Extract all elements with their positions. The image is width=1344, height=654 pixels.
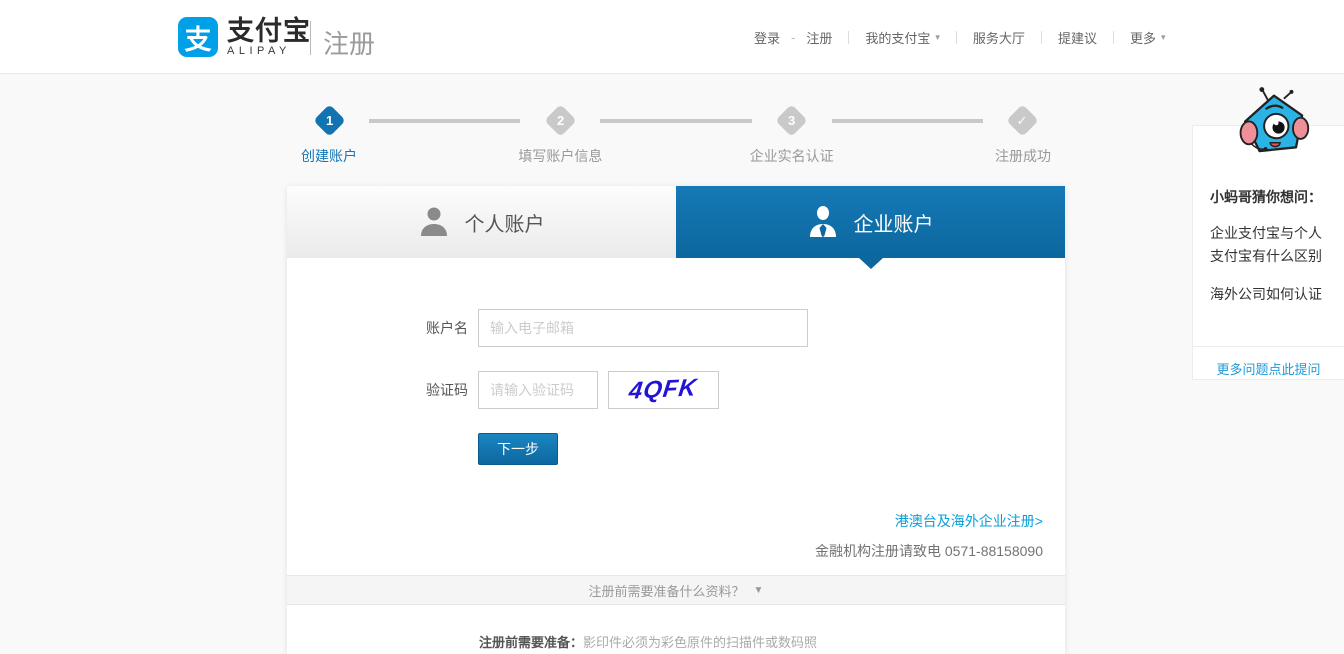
captcha-label: 验证码 <box>426 382 468 398</box>
captcha-image[interactable]: 4QFK <box>608 371 719 409</box>
step-4-label: 注册成功 <box>994 148 1051 164</box>
tab-enterprise-label: 企业账户 <box>853 213 934 236</box>
step-2-diamond: 2 <box>544 104 577 137</box>
prep-question-bar[interactable]: 注册前需要准备什么资料？ ▼ <box>287 575 1065 605</box>
page-title: 注册 <box>323 29 376 59</box>
sidebar-title: 小蚂哥猜你想问： <box>1210 189 1322 205</box>
prep-note-title: 注册前需要准备： <box>479 635 584 650</box>
nav-my-alipay[interactable]: 我的支付宝 ▾ <box>856 28 949 47</box>
prep-bar-label: 注册前需要准备什么资料？ <box>588 583 745 599</box>
step-connector <box>600 119 752 123</box>
nav-suggest[interactable]: 提建议 <box>1049 28 1106 47</box>
register-form: 账户名 验证码 4QFK 下一步 港澳台及海外企业注册> 金融机构注册请致电 0… <box>287 258 1065 651</box>
nav-service-hall[interactable]: 服务大厅 <box>964 28 1034 47</box>
progress-steps: 1 创建账户 2 填写账户信息 3 企业实名认证 ✓ 注册成功 <box>287 104 1065 166</box>
sidebar-more-link[interactable]: 更多问题点此提问 <box>1193 346 1344 378</box>
step-3-diamond: 3 <box>775 104 808 137</box>
account-name-input[interactable] <box>478 309 808 347</box>
overseas-register-link[interactable]: 港澳台及海外企业注册> <box>895 511 1043 531</box>
captcha-field: 验证码 4QFK <box>412 371 1065 409</box>
business-person-icon <box>809 206 836 238</box>
caret-down-icon: ▼ <box>753 584 764 596</box>
alipay-brand[interactable]: 支付宝 ALIPAY <box>227 17 311 58</box>
finance-phone-note: 金融机构注册请致电 0571-88158090 <box>815 543 1043 559</box>
prep-note: 注册前需要准备：影印件必须为彩色原件的扫描件或数码照 <box>479 632 1065 651</box>
captcha-input[interactable] <box>478 371 598 409</box>
extra-links: 港澳台及海外企业注册> 金融机构注册请致电 0571-88158090 <box>287 511 1065 561</box>
nav-separator <box>1112 30 1114 44</box>
step-4-diamond check-icon: ✓ <box>1006 104 1040 137</box>
account-type-tabs: 个人账户 企业账户 <box>287 186 1065 269</box>
captcha-code: 4QFK <box>627 374 700 405</box>
tab-enterprise-account[interactable]: 企业账户 <box>676 186 1065 258</box>
nav-dash-separator: - <box>791 29 796 45</box>
tab-personal-account[interactable]: 个人账户 <box>287 186 676 258</box>
top-nav: 登录 - 注册 我的支付宝 ▾ 服务大厅 提建议 更多 ▾ <box>745 0 1175 74</box>
nav-login-link[interactable]: 登录 <box>745 28 789 47</box>
step-connector <box>369 119 521 123</box>
account-name-label: 账户名 <box>426 320 468 336</box>
step-1-label: 创建账户 <box>301 148 357 164</box>
sidebar-question-overseas[interactable]: 海外公司如何认证 <box>1210 283 1327 306</box>
sidebar-question-difference[interactable]: 企业支付宝与个人支付宝有什么区别 <box>1210 222 1327 268</box>
step-create-account: 1 创建账户 <box>289 104 369 166</box>
nav-more-label: 更多 <box>1129 30 1156 46</box>
nav-separator <box>955 30 957 44</box>
person-icon <box>420 207 447 236</box>
prep-note-text: 影印件必须为彩色原件的扫描件或数码照 <box>583 635 818 650</box>
logo-divider <box>310 21 311 55</box>
brand-name-cn: 支付宝 <box>227 16 311 46</box>
tab-personal-label: 个人账户 <box>464 213 545 236</box>
active-tab-pointer <box>858 258 883 269</box>
step-fill-info: 2 填写账户信息 <box>518 104 603 166</box>
nav-my-alipay-label: 我的支付宝 <box>865 30 931 46</box>
step-verify-name: 3 企业实名认证 <box>749 104 834 166</box>
chevron-down-icon: ▾ <box>1160 31 1166 42</box>
help-sidebar: 小蚂哥猜你想问： 企业支付宝与个人支付宝有什么区别 海外公司如何认证 更多问题点… <box>1192 125 1344 380</box>
chevron-down-icon: ▾ <box>935 31 940 42</box>
step-1-diamond: 1 <box>312 104 346 137</box>
step-success: ✓ 注册成功 <box>983 104 1063 166</box>
mascot-robot-icon <box>1239 87 1310 153</box>
nav-separator <box>848 30 850 44</box>
step-connector <box>831 119 983 123</box>
account-name-field: 账户名 <box>412 309 1065 347</box>
step-3-label: 企业实名认证 <box>749 148 834 164</box>
register-card: 个人账户 企业账户 账户名 验证码 4QFK 下一步 港澳台及海外企业注册> <box>287 186 1065 654</box>
nav-register-link[interactable]: 注册 <box>797 28 841 47</box>
header: 支 支付宝 ALIPAY 注册 登录 - 注册 我的支付宝 ▾ 服务大厅 提建议… <box>0 0 1344 74</box>
step-2-label: 填写账户信息 <box>518 148 603 164</box>
next-step-button[interactable]: 下一步 <box>478 433 558 465</box>
nav-more[interactable]: 更多 ▾ <box>1121 28 1175 47</box>
brand-name-en: ALIPAY <box>227 45 291 57</box>
nav-separator <box>1040 30 1042 44</box>
alipay-logo-icon[interactable]: 支 <box>178 17 218 57</box>
